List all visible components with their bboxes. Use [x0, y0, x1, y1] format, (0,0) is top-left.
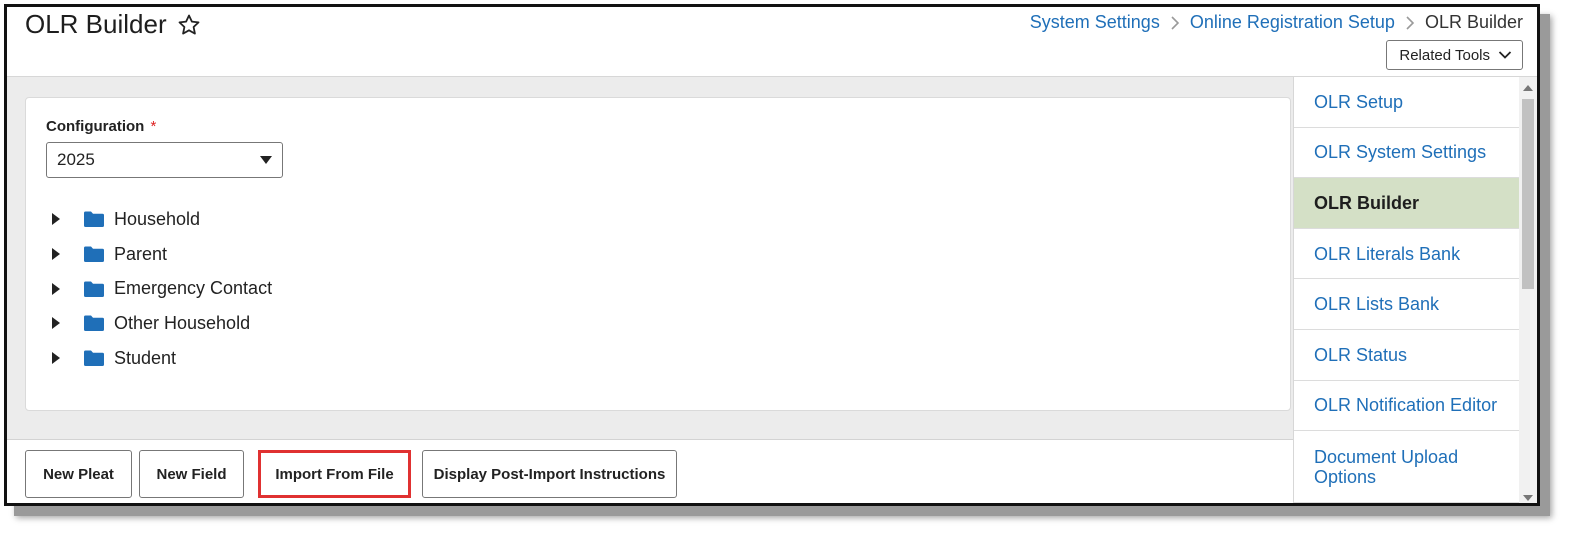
main-content: Configuration * 2025 Household Parent Em… — [7, 77, 1293, 503]
tree-item-label: Student — [114, 347, 177, 368]
import-from-file-button[interactable]: Import From File — [258, 450, 411, 498]
pleat-tree: Household Parent Emergency Contact Other… — [52, 202, 272, 375]
folder-icon — [84, 315, 104, 332]
tree-item-other-household[interactable]: Other Household — [52, 306, 272, 341]
configuration-select[interactable]: 2025 — [46, 142, 283, 178]
folder-icon — [84, 281, 104, 297]
scrollbar-thumb[interactable] — [1522, 99, 1534, 289]
page-header: OLR Builder System Settings Online Regis… — [7, 7, 1537, 77]
expand-caret-icon[interactable] — [52, 213, 66, 226]
tree-item-parent[interactable]: Parent — [52, 237, 272, 272]
action-bar: New Pleat New Field Import From File Dis… — [7, 439, 1293, 503]
required-marker: * — [150, 118, 157, 135]
breadcrumb: System Settings Online Registration Setu… — [1030, 12, 1523, 33]
star-icon[interactable] — [177, 13, 201, 37]
tree-item-student[interactable]: Student — [52, 341, 272, 376]
breadcrumb-online-registration-setup[interactable]: Online Registration Setup — [1190, 12, 1395, 33]
display-post-import-instructions-button[interactable]: Display Post-Import Instructions — [422, 450, 677, 498]
related-tools-label: Related Tools — [1399, 46, 1490, 64]
sidebar-item-olr-setup[interactable]: OLR Setup — [1294, 77, 1519, 128]
expand-caret-icon[interactable] — [52, 317, 66, 330]
configuration-select-value: 2025 — [57, 150, 95, 169]
configuration-label: Configuration * — [46, 118, 156, 135]
tree-item-household[interactable]: Household — [52, 202, 272, 237]
expand-caret-icon[interactable] — [52, 248, 66, 261]
configuration-label-text: Configuration — [46, 118, 145, 135]
sidebar-item-olr-status[interactable]: OLR Status — [1294, 330, 1519, 381]
chevron-right-icon — [1405, 15, 1415, 30]
folder-icon — [84, 350, 104, 367]
chevron-down-icon — [1498, 50, 1512, 60]
sidebar-item-olr-literals-bank[interactable]: OLR Literals Bank — [1294, 229, 1519, 280]
expand-caret-icon[interactable] — [52, 282, 66, 295]
tree-item-label: Household — [114, 208, 201, 229]
tree-item-label: Other Household — [114, 312, 251, 333]
tree-item-label: Parent — [114, 243, 168, 264]
folder-icon — [84, 211, 104, 228]
tree-item-emergency-contact[interactable]: Emergency Contact — [52, 271, 272, 306]
tree-item-label: Emergency Contact — [114, 278, 273, 299]
breadcrumb-system-settings[interactable]: System Settings — [1030, 12, 1160, 33]
expand-caret-icon[interactable] — [52, 352, 66, 365]
breadcrumb-current: OLR Builder — [1424, 12, 1523, 32]
sidebar-scrollbar[interactable] — [1519, 77, 1537, 503]
sidebar-item-olr-notification-editor[interactable]: OLR Notification Editor — [1294, 381, 1519, 432]
new-field-button[interactable]: New Field — [139, 450, 244, 498]
page-title: OLR Builder — [25, 9, 167, 39]
page-title-group: OLR Builder — [25, 9, 201, 40]
new-pleat-button[interactable]: New Pleat — [25, 450, 132, 498]
folder-icon — [84, 246, 104, 263]
caret-down-icon — [260, 156, 272, 164]
related-tools-panel: OLR Setup OLR System Settings OLR Builde… — [1293, 77, 1519, 503]
scroll-down-arrow-icon[interactable] — [1523, 495, 1533, 501]
app-window: OLR Builder System Settings Online Regis… — [4, 4, 1540, 506]
related-tools-button[interactable]: Related Tools — [1386, 40, 1523, 70]
sidebar-item-olr-system-settings[interactable]: OLR System Settings — [1294, 128, 1519, 179]
sidebar-item-document-upload-options[interactable]: Document Upload Options — [1294, 431, 1519, 503]
scroll-up-arrow-icon[interactable] — [1523, 85, 1533, 91]
sidebar-item-olr-builder[interactable]: OLR Builder — [1294, 178, 1519, 229]
configuration-card: Configuration * 2025 Household Parent Em… — [25, 97, 1291, 411]
sidebar-item-olr-lists-bank[interactable]: OLR Lists Bank — [1294, 279, 1519, 330]
chevron-right-icon — [1170, 15, 1180, 30]
